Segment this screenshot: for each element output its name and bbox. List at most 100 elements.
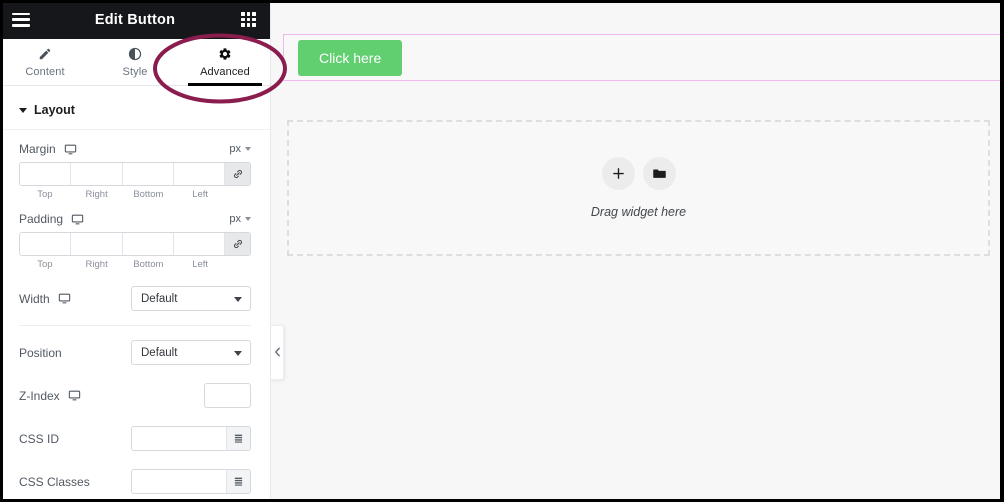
margin-link-values-button[interactable] (225, 163, 250, 185)
padding-left-input[interactable] (173, 233, 225, 255)
padding-left-label: Left (192, 259, 209, 270)
padding-label-group: Padding (19, 212, 84, 226)
position-value: Default (141, 346, 178, 359)
padding-right-input[interactable] (71, 233, 123, 255)
tab-content-label: Content (25, 65, 65, 78)
chevron-down-icon (234, 296, 242, 302)
preview-canvas: Click here Drag widget here (271, 0, 1004, 502)
width-control: Width Default (19, 286, 251, 311)
z-index-input[interactable] (204, 383, 251, 408)
padding-unit-select[interactable]: px (229, 213, 251, 225)
chevron-left-icon (274, 344, 281, 362)
position-select[interactable]: Default (131, 340, 251, 365)
desktop-icon[interactable] (68, 389, 81, 402)
desktop-icon[interactable] (58, 292, 71, 305)
panel-header: Edit Button (0, 0, 270, 39)
margin-top-input[interactable] (20, 163, 72, 185)
css-classes-input[interactable] (132, 470, 226, 493)
drop-area-buttons (601, 157, 676, 190)
z-index-label-group: Z-Index (19, 389, 81, 403)
z-index-label: Z-Index (19, 388, 60, 403)
css-classes-control: CSS Classes (19, 469, 251, 494)
padding-bottom-input[interactable] (122, 233, 174, 255)
chevron-down-icon (234, 350, 242, 356)
padding-unit-value: px (229, 213, 241, 225)
chevron-down-icon (245, 147, 251, 151)
padding-inputs (19, 232, 251, 256)
panel-title: Edit Button (94, 11, 176, 28)
panel-collapse-toggle[interactable] (271, 325, 284, 380)
divider (19, 325, 251, 326)
tab-style[interactable]: Style (90, 39, 180, 85)
css-id-label: CSS ID (19, 431, 60, 446)
half-circle-icon (128, 47, 142, 62)
width-label-group: Width (19, 292, 71, 306)
folder-icon[interactable] (642, 157, 676, 190)
margin-bottom-input[interactable] (122, 163, 174, 185)
margin-unit-value: px (229, 143, 241, 155)
margin-right-input[interactable] (71, 163, 123, 185)
margin-label: Margin (19, 142, 56, 156)
window-frame-top (0, 0, 1004, 3)
padding-top-label: Top (37, 259, 53, 270)
panel-tabs: Content Style Advanced (0, 39, 270, 86)
drop-area-label: Drag widget here (590, 205, 687, 219)
pencil-icon (38, 47, 52, 62)
section-layout-title: Layout (34, 103, 75, 117)
margin-control-header: Margin px (19, 142, 251, 156)
dynamic-tags-icon[interactable] (226, 427, 250, 450)
css-id-field (131, 426, 251, 451)
section-layout-header[interactable]: Layout (0, 86, 270, 130)
css-id-input[interactable] (132, 427, 226, 450)
width-select[interactable]: Default (131, 286, 251, 311)
editor-panel: Edit Button Content Style Advanced Layou… (0, 0, 271, 502)
padding-top-input[interactable] (20, 233, 72, 255)
panel-body: Layout Margin px Top Right Bottom Left P… (0, 86, 270, 502)
drop-widget-area[interactable]: Drag widget here (287, 120, 990, 256)
chevron-down-icon (245, 217, 251, 221)
width-value: Default (141, 292, 178, 305)
margin-label-group: Margin (19, 142, 77, 156)
tab-style-label: Style (122, 65, 148, 78)
elementor-editor-window: Edit Button Content Style Advanced Layou… (0, 0, 1004, 502)
tab-content[interactable]: Content (0, 39, 90, 85)
margin-unit-select[interactable]: px (229, 143, 251, 155)
desktop-icon[interactable] (71, 213, 84, 226)
padding-label: Padding (19, 212, 64, 226)
padding-sub-labels: Top Right Bottom Left (19, 259, 251, 270)
dynamic-tags-icon[interactable] (226, 470, 250, 493)
position-label: Position (19, 345, 62, 360)
window-frame-right (1000, 0, 1004, 502)
hamburger-menu-icon[interactable] (12, 12, 30, 27)
padding-link-values-button[interactable] (225, 233, 250, 255)
css-classes-label-group: CSS Classes (19, 475, 90, 489)
margin-inputs (19, 162, 251, 186)
margin-right-label: Right (85, 189, 108, 200)
width-label: Width (19, 291, 50, 306)
button-section-wrapper[interactable]: Click here (283, 34, 1004, 81)
css-id-label-group: CSS ID (19, 432, 59, 446)
margin-bottom-label: Bottom (133, 189, 164, 200)
css-classes-label: CSS Classes (19, 474, 90, 489)
padding-right-label: Right (85, 259, 108, 270)
padding-control-header: Padding px (19, 212, 251, 226)
click-here-button[interactable]: Click here (298, 39, 403, 76)
window-frame-left (0, 0, 3, 502)
z-index-control: Z-Index (19, 383, 251, 408)
padding-bottom-label: Bottom (133, 259, 164, 270)
margin-left-input[interactable] (173, 163, 225, 185)
css-classes-field (131, 469, 251, 494)
position-label-group: Position (19, 346, 62, 360)
gear-icon (218, 47, 232, 62)
position-control: Position Default (19, 340, 251, 365)
margin-top-label: Top (37, 189, 53, 200)
widgets-grid-icon[interactable] (241, 12, 256, 27)
margin-sub-labels: Top Right Bottom Left (19, 189, 251, 200)
plus-icon[interactable] (601, 157, 635, 190)
chevron-down-icon (19, 107, 27, 113)
css-id-control: CSS ID (19, 426, 251, 451)
desktop-icon[interactable] (64, 143, 77, 156)
tab-advanced[interactable]: Advanced (180, 39, 270, 86)
tab-advanced-label: Advanced (200, 65, 250, 78)
